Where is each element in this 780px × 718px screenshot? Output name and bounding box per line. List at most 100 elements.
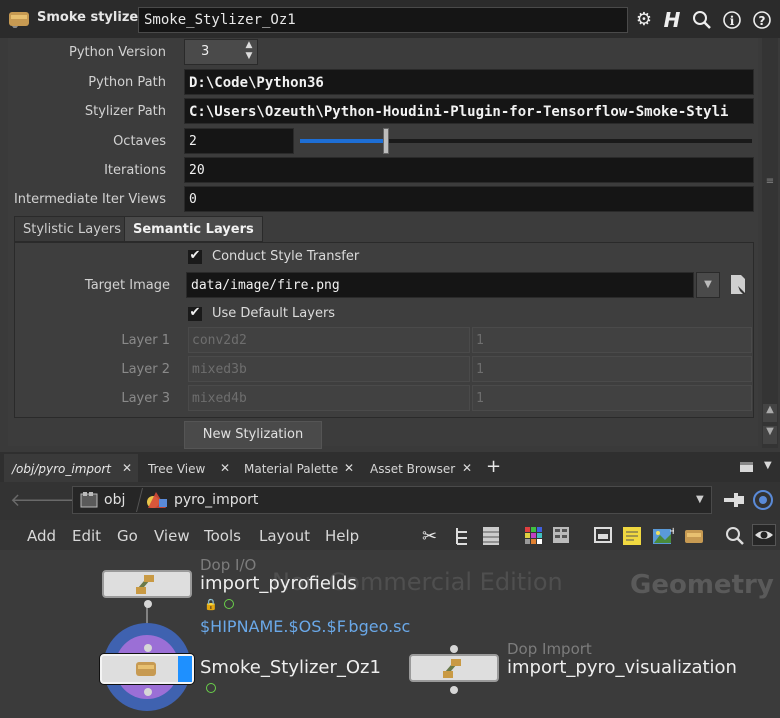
operator-icon[interactable]	[8, 10, 30, 30]
iterations-field[interactable]: 20	[184, 157, 754, 183]
sticky-note-icon[interactable]	[622, 526, 642, 546]
menu-add[interactable]: Add	[27, 527, 56, 545]
menu-edit[interactable]: Edit	[72, 527, 101, 545]
shape-palette-icon[interactable]	[552, 526, 570, 544]
menu-tools[interactable]: Tools	[204, 527, 241, 545]
close-icon[interactable]: ✕	[122, 461, 132, 475]
octaves-label: Octaves	[113, 134, 166, 149]
python-version-label: Python Version	[69, 45, 166, 60]
target-image-field[interactable]: data/image/fire.png	[186, 272, 694, 298]
dop-import-icon	[136, 575, 154, 594]
menu-go[interactable]: Go	[117, 527, 138, 545]
help-h-icon[interactable]: H	[660, 8, 684, 32]
network-box-icon[interactable]	[594, 526, 612, 544]
pane-tab-network-label: /obj/pyro_import	[12, 462, 111, 476]
path-segment-pyro-import[interactable]: pyro_import	[174, 492, 258, 508]
close-icon[interactable]: ✕	[344, 461, 354, 475]
spinner-icon[interactable]: ▲ ▼	[241, 40, 257, 64]
menu-help[interactable]: Help	[325, 527, 359, 545]
layer-3-name: mixed4b	[188, 385, 470, 411]
file-browse-icon[interactable]	[728, 274, 748, 296]
pin-icon[interactable]	[722, 490, 746, 510]
pane-tab-tree-view[interactable]: Tree View ✕	[140, 454, 236, 482]
scroll-grip-icon[interactable]: ≡	[764, 176, 776, 190]
pane-tab-material-palette[interactable]: Material Palette ✕	[236, 454, 360, 482]
node-input-connector[interactable]	[144, 644, 152, 652]
parameter-scrollbar[interactable]: ≡ ▲ ▼	[762, 38, 778, 448]
use-default-layers-label: Use Default Layers	[212, 306, 336, 321]
node-output-connector[interactable]	[450, 686, 458, 694]
intermediate-iter-views-label: Intermediate Iter Views	[13, 192, 166, 207]
geometry-context-icon	[146, 490, 168, 510]
color-palette-icon[interactable]	[524, 526, 542, 544]
link-target-icon[interactable]	[752, 489, 774, 511]
info-icon[interactable]: i	[720, 8, 744, 32]
node-input-connector[interactable]	[450, 645, 458, 653]
layer-1-weight: 1	[472, 327, 752, 353]
close-icon[interactable]: ✕	[220, 461, 230, 475]
octaves-slider-track[interactable]	[300, 139, 752, 143]
asset-box-icon[interactable]	[682, 526, 706, 546]
image-icon[interactable]: +	[652, 526, 677, 546]
python-path-field[interactable]: D:\Code\Python36	[184, 69, 754, 95]
scroll-down-icon[interactable]: ▼	[763, 426, 777, 444]
tree-icon[interactable]	[454, 526, 470, 546]
display-flag[interactable]	[178, 656, 192, 682]
node-output-connector[interactable]	[144, 600, 152, 608]
scroll-up-icon[interactable]: ▲	[763, 404, 777, 422]
list-view-icon[interactable]	[482, 526, 500, 546]
parameter-header: Smoke stylizer Smoke_Stylizer_Oz1 ⚙ H i …	[0, 0, 780, 38]
gear-icon[interactable]: ⚙	[632, 8, 656, 32]
conduct-style-transfer-checkbox[interactable]: ✔	[188, 249, 202, 264]
path-segment-obj[interactable]: obj	[104, 492, 125, 508]
search-icon[interactable]	[690, 8, 714, 32]
wrench-icon[interactable]: ✂	[422, 526, 437, 547]
octaves-field[interactable]: 2	[184, 128, 294, 154]
dop-import-icon	[443, 659, 461, 678]
stylizer-path-field[interactable]: C:\Users\Ozeuth\Python-Houdini-Plugin-fo…	[184, 98, 754, 124]
maximize-icon[interactable]	[740, 462, 753, 472]
layer-2-label: Layer 2	[121, 362, 170, 377]
tab-semantic-layers[interactable]: Semantic Layers	[124, 216, 263, 242]
menu-layout[interactable]: Layout	[259, 527, 310, 545]
eye-icon[interactable]	[752, 524, 776, 546]
obj-context-icon	[80, 491, 100, 509]
target-image-dropdown-icon[interactable]: ▼	[696, 272, 720, 298]
node-import-pyrofields[interactable]	[102, 570, 192, 598]
path-dropdown-icon[interactable]: ▼	[696, 494, 704, 505]
pane-tab-asset-browser[interactable]: Asset Browser ✕	[362, 454, 478, 482]
pane-tab-network[interactable]: /obj/pyro_import ✕	[4, 454, 138, 482]
pane-tab-asset-browser-label: Asset Browser	[370, 462, 456, 476]
node-output-connector[interactable]	[144, 688, 152, 696]
operator-type-label: Smoke stylizer	[37, 10, 145, 25]
question-icon[interactable]: ?	[750, 8, 774, 32]
layer-3-weight: 1	[472, 385, 752, 411]
layer-1-name: conv2d2	[188, 327, 470, 353]
conduct-style-transfer-label: Conduct Style Transfer	[212, 249, 360, 264]
intermediate-iter-views-field[interactable]: 0	[184, 186, 754, 212]
add-tab-icon[interactable]: +	[486, 456, 501, 477]
tab-stylistic-layers[interactable]: Stylistic Layers	[14, 216, 131, 242]
node-name-label[interactable]: import_pyrofields	[200, 573, 357, 594]
close-icon[interactable]: ✕	[462, 461, 472, 475]
zoom-search-icon[interactable]	[724, 526, 746, 546]
node-name-field[interactable]: Smoke_Stylizer_Oz1	[138, 7, 628, 33]
node-smoke-stylizer[interactable]	[100, 654, 194, 684]
iterations-label: Iterations	[104, 163, 166, 178]
lock-icon[interactable]: 🔒	[204, 598, 218, 611]
node-name-label[interactable]: Smoke_Stylizer_Oz1	[200, 657, 381, 678]
node-type-label: Dop I/O	[200, 556, 257, 574]
layer-2-weight: 1	[472, 356, 752, 382]
svg-text:+: +	[669, 526, 674, 537]
node-status-icon	[224, 599, 234, 609]
node-name-label[interactable]: import_pyro_visualization	[507, 657, 737, 678]
node-import-pyro-visualization[interactable]	[409, 654, 499, 682]
octaves-slider-handle[interactable]	[382, 128, 389, 154]
menu-view[interactable]: View	[154, 527, 190, 545]
node-status-icon	[206, 683, 216, 693]
pane-menu-icon[interactable]: ▼	[764, 460, 772, 471]
use-default-layers-checkbox[interactable]: ✔	[188, 306, 202, 321]
python-version-value: 3	[201, 44, 210, 59]
new-stylization-button[interactable]: New Stylization	[184, 421, 322, 449]
python-version-select[interactable]: 3 ▲ ▼	[184, 39, 258, 65]
